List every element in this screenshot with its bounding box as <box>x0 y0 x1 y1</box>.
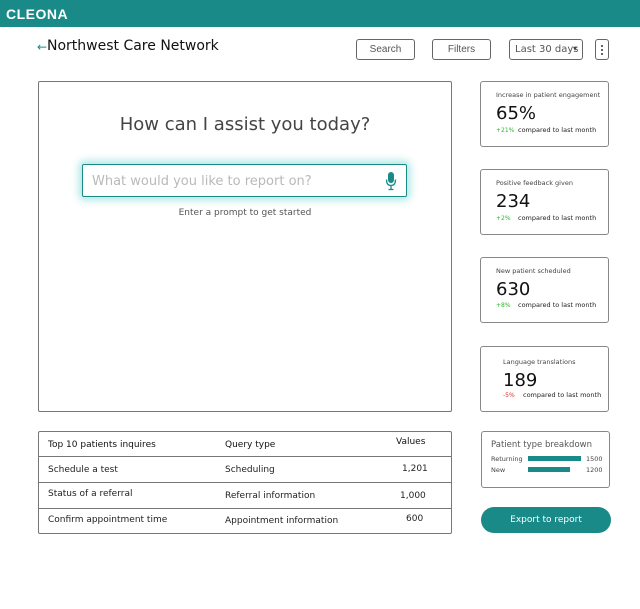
export-to-report-button[interactable]: Export to report <box>481 507 611 533</box>
table-header-row: Top 10 patients inquires Query type Valu… <box>39 432 451 457</box>
table-cell-value: 1,000 <box>400 491 426 501</box>
kpi-compare: compared to last month <box>518 126 597 134</box>
prompt-input[interactable] <box>92 171 372 191</box>
kpi-card-language-translations[interactable]: Language translations 189 -5% compared t… <box>480 346 609 412</box>
table-row[interactable]: Schedule a test Scheduling 1,201 <box>39 458 451 483</box>
search-button[interactable]: Search <box>356 39 415 60</box>
page-title: Northwest Care Network <box>47 38 219 54</box>
column-header: Values <box>396 437 426 447</box>
kpi-compare: compared to last month <box>518 301 597 309</box>
table-cell-query-type: Referral information <box>225 491 316 501</box>
breakdown-value-new: 1200 <box>586 466 603 474</box>
kpi-delta: +8% <box>496 302 511 309</box>
kpi-value: 189 <box>503 370 538 391</box>
kpi-card-positive-feedback[interactable]: Positive feedback given 234 +2% compared… <box>480 169 609 235</box>
table-cell-value: 1,201 <box>402 464 428 474</box>
assistant-panel: How can I assist you today? Enter a prom… <box>38 81 452 412</box>
breakdown-label-new: New <box>491 466 506 474</box>
more-options-button[interactable] <box>595 39 609 60</box>
table-cell-inquiry: Schedule a test <box>48 465 118 475</box>
cleona-logo[interactable]: CLEONA <box>6 6 68 22</box>
more-dot <box>601 44 603 47</box>
breakdown-bar-new <box>528 467 570 472</box>
more-dot <box>601 48 603 51</box>
kpi-label: Increase in patient engagement <box>496 91 601 99</box>
kpi-label: New patient scheduled <box>496 267 571 275</box>
kpi-compare: compared to last month <box>523 391 602 399</box>
date-range-value: Last 30 days <box>515 44 579 55</box>
kpi-card-new-patients[interactable]: New patient scheduled 630 +8% compared t… <box>480 257 609 323</box>
chevron-down-icon: ▾ <box>572 44 577 53</box>
breakdown-label-returning: Returning <box>491 455 523 463</box>
table-row[interactable]: Confirm appointment time Appointment inf… <box>39 509 451 533</box>
breakdown-value-returning: 1500 <box>586 455 603 463</box>
kpi-value: 65% <box>496 103 537 124</box>
back-arrow-icon[interactable]: ← <box>37 40 47 54</box>
table-cell-inquiry: Confirm appointment time <box>48 515 168 525</box>
breakdown-title: Patient type breakdown <box>491 440 592 450</box>
table-cell-value: 600 <box>406 514 424 524</box>
kpi-label: Positive feedback given <box>496 179 573 187</box>
top-inquiries-table: Top 10 patients inquires Query type Valu… <box>38 431 452 534</box>
assistant-heading: How can I assist you today? <box>119 114 371 135</box>
kpi-compare: compared to last month <box>518 214 597 222</box>
top-bar: CLEONA <box>0 0 640 27</box>
more-dot <box>601 52 603 55</box>
table-row[interactable]: Status of a referral Referral informatio… <box>39 484 451 509</box>
kpi-card-patient-engagement[interactable]: Increase in patient engagement 65% +21% … <box>480 81 609 147</box>
patient-type-breakdown-card[interactable]: Patient type breakdown Returning 1500 Ne… <box>481 431 610 488</box>
table-cell-query-type: Appointment information <box>225 516 339 526</box>
kpi-label: Language translations <box>503 358 576 366</box>
kpi-value: 630 <box>496 279 531 300</box>
kpi-delta: -5% <box>503 392 515 399</box>
prompt-box[interactable] <box>82 164 407 197</box>
kpi-delta: +2% <box>496 215 511 222</box>
column-header: Top 10 patients inquires <box>48 440 156 450</box>
kpi-value: 234 <box>496 191 531 212</box>
table-cell-query-type: Scheduling <box>225 465 275 475</box>
microphone-icon[interactable] <box>385 171 397 191</box>
date-range-select[interactable]: Last 30 days ▾ <box>509 39 583 60</box>
column-header: Query type <box>225 440 276 450</box>
breakdown-bar-returning <box>528 456 581 461</box>
table-cell-inquiry: Status of a referral <box>48 489 133 499</box>
kpi-delta: +21% <box>496 127 515 134</box>
filters-button[interactable]: Filters <box>432 39 491 60</box>
prompt-hint: Enter a prompt to get started <box>178 208 312 218</box>
